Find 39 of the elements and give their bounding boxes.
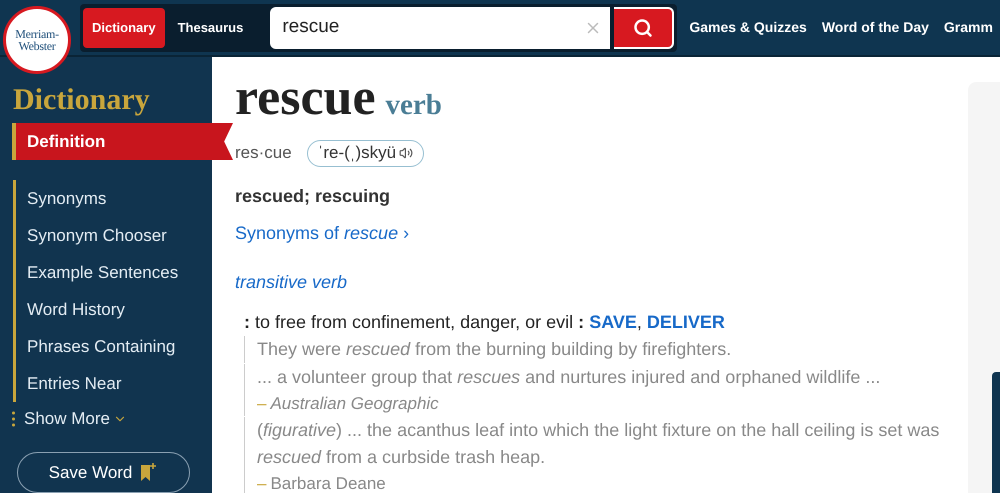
syllables: res·cue: [235, 142, 292, 164]
synonym-link[interactable]: SAVE: [589, 312, 637, 332]
sidebar-item[interactable]: Word History: [13, 291, 212, 328]
sidebar-title: Dictionary: [13, 83, 151, 117]
example-sentence: (figurative) ... the acanthus leaf into which the light fixture on the hall ceiling is set was rescued from a curbside trash heap.: [257, 419, 940, 469]
search-type-tab[interactable]: Thesaurus: [168, 8, 252, 48]
sidebar-item[interactable]: Synonyms: [13, 180, 212, 217]
dots-icon: [12, 410, 15, 427]
bookmark-plus-icon: [140, 462, 158, 482]
sidebar-item[interactable]: Example Sentences: [13, 254, 212, 291]
nav-link[interactable]: Gramm: [944, 17, 993, 38]
synonyms-link[interactable]: Synonyms of rescue ›: [235, 220, 410, 246]
logo-text: Merriam-: [15, 28, 59, 40]
dash-mark: –: [257, 392, 266, 414]
sidebar-item[interactable]: Phrases Containing: [13, 328, 212, 365]
logo-text: Webster: [18, 40, 56, 52]
sense-label: transitive verb: [235, 270, 348, 294]
example-source: Barbara Deane: [270, 473, 386, 493]
sidebar-item[interactable]: Definition: [12, 123, 233, 160]
example-sentence: ... a volunteer group that rescues and nurtures injured and orphaned wildlife ...: [257, 366, 882, 389]
search-field[interactable]: rescue: [270, 6, 610, 48]
search-icon: [633, 18, 654, 38]
show-more-button[interactable]: Show More: [12, 404, 212, 434]
inflections: rescued; rescuing: [235, 184, 392, 208]
search-button[interactable]: [614, 6, 674, 48]
synonym-link[interactable]: DELIVER: [646, 312, 725, 332]
sidebar-item[interactable]: Synonym Chooser: [13, 217, 212, 254]
pronunciation-button[interactable]: ˈre-(ˌ)skyü: [306, 140, 424, 166]
nav-link[interactable]: Word of the Day: [822, 17, 929, 38]
nav-link[interactable]: Games & Quizzes: [689, 17, 807, 38]
save-word-button[interactable]: Save Word: [17, 452, 190, 493]
headword: rescue: [235, 71, 376, 125]
speaker-icon: [399, 146, 414, 160]
dash-mark: –: [257, 473, 266, 493]
part-of-speech: verb: [386, 88, 442, 123]
sidebar-item[interactable]: Entries Near: [13, 365, 212, 402]
example-source: Australian Geographic: [270, 392, 439, 414]
search-type-tab[interactable]: Dictionary: [83, 8, 165, 48]
example-sentence: They were rescued from the burning building by firefighters.: [257, 338, 732, 361]
